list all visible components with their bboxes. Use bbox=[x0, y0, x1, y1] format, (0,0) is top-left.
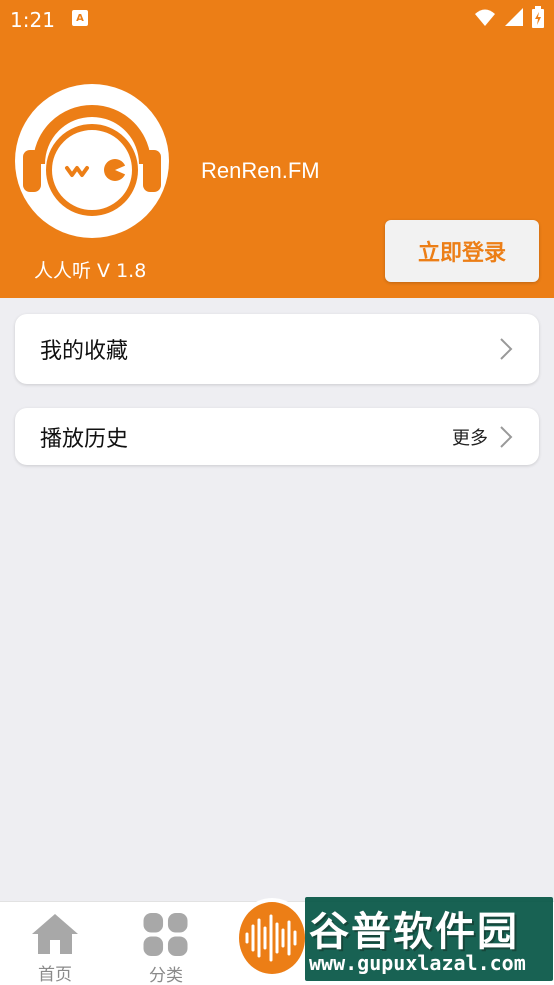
login-button[interactable]: 立即登录 bbox=[385, 220, 539, 282]
favorites-label: 我的收藏 bbox=[40, 339, 129, 364]
site-name: RenRen.FM bbox=[201, 158, 320, 183]
home-icon bbox=[32, 914, 78, 954]
profile-header: 1:21 A RenRen.FM 人人听 V 1.8 立即登录 bbox=[0, 0, 554, 298]
nav-home-label: 首页 bbox=[38, 965, 72, 985]
status-bar: 1:21 A bbox=[0, 0, 554, 38]
chevron-right-icon bbox=[500, 425, 513, 448]
history-more-link[interactable]: 更多 bbox=[452, 424, 488, 450]
player-button[interactable] bbox=[233, 896, 311, 981]
favorites-row[interactable]: 我的收藏 bbox=[15, 314, 539, 384]
headphones-logo-icon bbox=[23, 105, 161, 216]
battery-icon bbox=[532, 6, 544, 28]
avatar[interactable] bbox=[15, 84, 169, 238]
app-version: 人人听 V 1.8 bbox=[34, 260, 147, 282]
watermark: 谷普软件园 www.gupuxlazal.com bbox=[305, 897, 553, 981]
nav-category[interactable]: 分类 bbox=[121, 902, 211, 985]
history-label: 播放历史 bbox=[40, 426, 129, 452]
grid-icon bbox=[143, 912, 188, 957]
nav-home[interactable]: 首页 bbox=[10, 902, 100, 985]
chevron-right-icon bbox=[500, 338, 513, 360]
a-letter-icon: A bbox=[72, 10, 88, 26]
watermark-title: 谷普软件园 bbox=[309, 909, 519, 955]
status-time: 1:21 bbox=[10, 8, 55, 32]
wifi-icon bbox=[475, 9, 495, 26]
watermark-url: www.gupuxlazal.com bbox=[309, 951, 526, 975]
nav-category-label: 分类 bbox=[149, 966, 183, 985]
history-row[interactable]: 播放历史 更多 bbox=[15, 408, 539, 465]
sound-wave-icon bbox=[235, 898, 309, 978]
status-icons bbox=[474, 6, 544, 28]
signal-icon bbox=[505, 8, 523, 26]
